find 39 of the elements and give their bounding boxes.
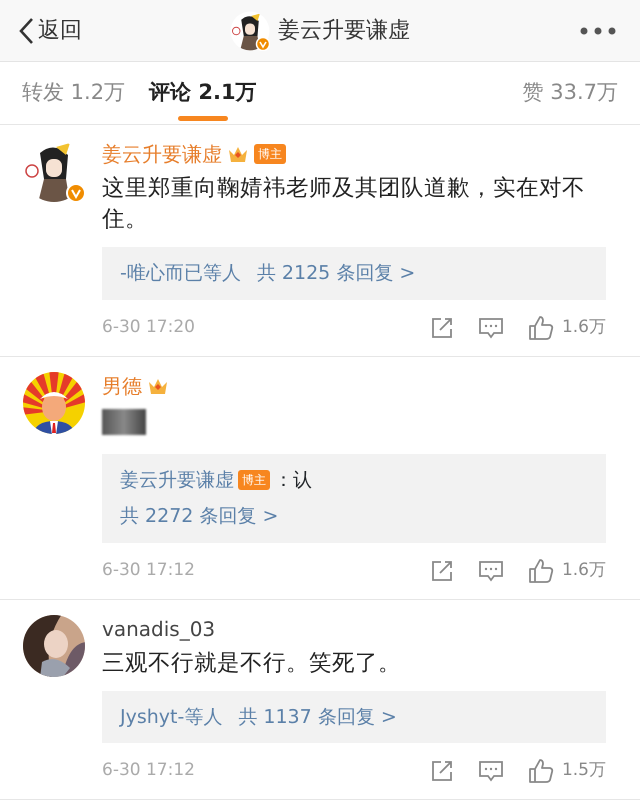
reply-box[interactable]: Jyshyt-等人 共 1137 条回复 > [102,690,606,744]
like-icon[interactable] [528,758,554,784]
comment-icon[interactable] [478,316,504,340]
username[interactable]: vanadis_03 [102,614,216,644]
share-icon[interactable] [430,316,454,340]
back-icon[interactable] [18,16,34,44]
timestamp: 6-30 17:12 [102,558,195,582]
blogger-tag: 博主 [238,470,270,490]
back-button[interactable]: 返回 [0,0,82,62]
page-title: 姜云升要谦虚 [278,17,410,45]
reply-count-link[interactable]: 共 2125 条回复 > [256,259,416,288]
reply-count-link[interactable]: 共 2272 条回复 > [120,505,278,528]
comment-icon[interactable] [478,759,504,784]
timestamp: 6-30 17:12 [102,759,195,782]
reply-author[interactable]: 姜云升要谦虚 [120,466,234,494]
username[interactable]: 姜云升要谦虚 [102,139,222,169]
share-icon[interactable] [430,558,454,583]
like-count: 1.6万 [562,316,606,339]
reply-names[interactable]: Jyshyt-等人 [120,702,222,732]
tab[interactable]: 转发 1.2万 [22,62,126,124]
comment-text: 三观不行就是不行。笑死了。 [102,648,402,678]
comment-icon[interactable] [478,558,504,583]
reply-text: ：认 [274,468,312,493]
tab[interactable]: 评论 2.1万 [149,62,257,124]
reply-box[interactable]: -唯心而已等人 共 2125 条回复 > [102,247,606,300]
share-icon[interactable] [430,759,454,784]
timestamp: 6-30 17:20 [102,316,195,339]
reply-names[interactable]: -唯心而已等人 [120,259,241,288]
reply-box[interactable]: 姜云升要谦虚 博主 ：认 共 2272 条回复 > [102,454,606,543]
tab[interactable]: 赞 33.7万 [522,62,618,124]
reply-count-link[interactable]: 共 1137 条回复 > [238,702,397,732]
like-count: 1.5万 [562,759,606,782]
more-icon[interactable] [580,26,616,36]
like-icon[interactable] [528,558,554,584]
like-icon[interactable] [528,314,554,341]
blogger-tag: 博主 [254,144,286,164]
like-count: 1.6万 [562,558,606,582]
comment-text: 这里郑重向鞠婧祎老师及其团队道歉，实在对不住。 [102,174,586,234]
username[interactable]: 男德 [102,370,142,401]
